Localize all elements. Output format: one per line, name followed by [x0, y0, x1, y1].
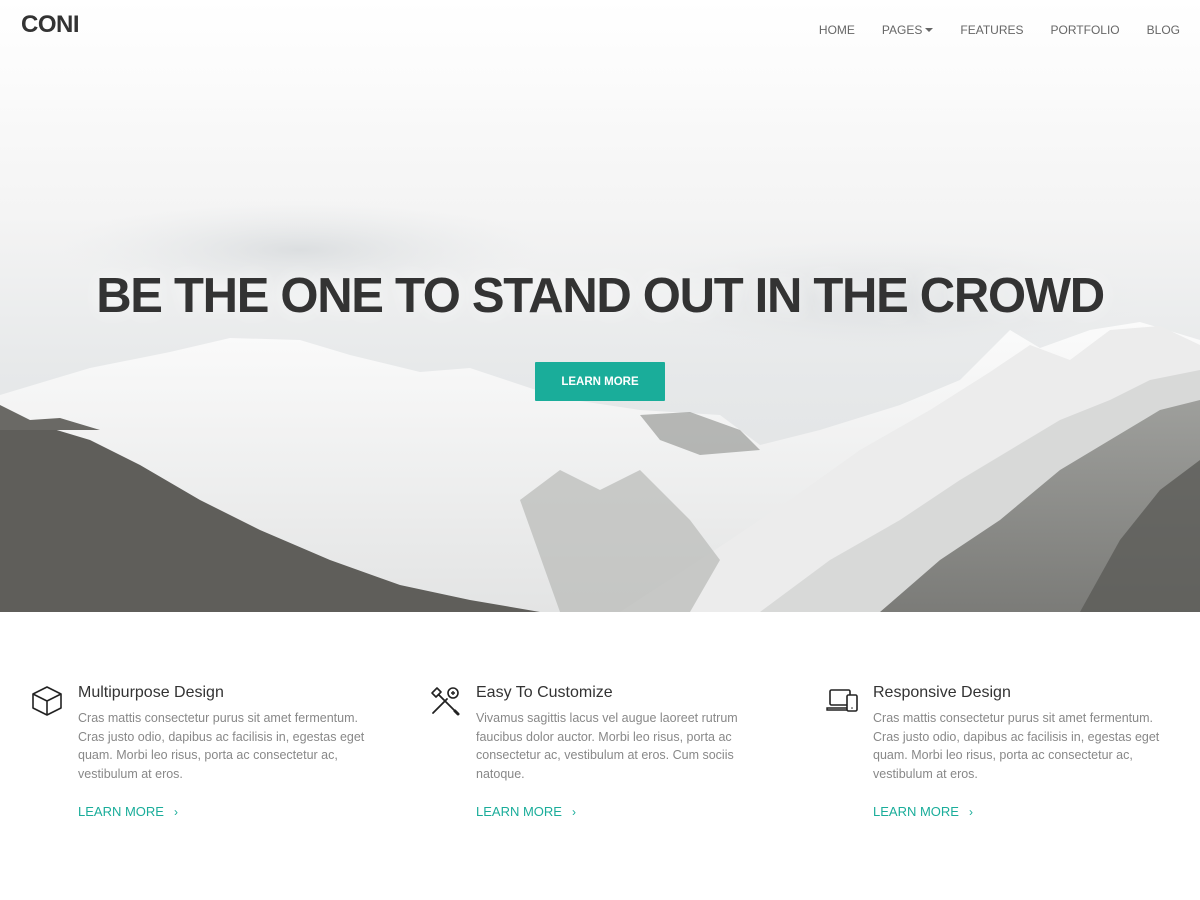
feature-title: Responsive Design: [873, 684, 1011, 701]
feature-learn-more-link[interactable]: LEARN MORE ›: [476, 804, 576, 819]
chevron-right-icon: ›: [173, 804, 178, 819]
hero-title: BE THE ONE TO STAND OUT IN THE CROWD: [96, 269, 1105, 323]
feature-description: Cras mattis consectetur purus sit amet f…: [873, 711, 1160, 781]
nav-item-label: FEATURES: [960, 23, 1024, 37]
site-header: CONI HOME PAGES FEATURES PORTFOLIO BLOG: [0, 0, 1200, 60]
feature-learn-more-link[interactable]: LEARN MORE ›: [873, 804, 973, 819]
feature-description: Cras mattis consectetur purus sit amet f…: [78, 711, 365, 781]
devices-icon: [826, 689, 858, 712]
nav-item-label: HOME: [818, 23, 855, 37]
nav-item-home[interactable]: HOME: [805, 23, 868, 37]
nav-item-pages[interactable]: PAGES: [868, 23, 946, 37]
link-label: LEARN MORE: [78, 804, 164, 819]
main-nav: HOME PAGES FEATURES PORTFOLIO BLOG: [805, 0, 1200, 60]
link-label: LEARN MORE: [476, 804, 562, 819]
nav-item-portfolio[interactable]: PORTFOLIO: [1037, 23, 1133, 37]
nav-item-label: BLOG: [1146, 23, 1180, 37]
feature-description: Vivamus sagittis lacus vel augue laoreet…: [476, 711, 738, 781]
feature-learn-more-link[interactable]: LEARN MORE ›: [78, 804, 178, 819]
nav-item-label: PORTFOLIO: [1050, 23, 1120, 37]
feature-title: Easy To Customize: [476, 684, 613, 701]
site-logo[interactable]: CONI: [21, 11, 80, 39]
link-label: LEARN MORE: [873, 804, 959, 819]
caret-down-icon: [925, 28, 934, 32]
nav-item-label: PAGES: [881, 23, 923, 37]
nav-item-features[interactable]: FEATURES: [947, 23, 1037, 37]
nav-item-blog[interactable]: BLOG: [1133, 23, 1200, 37]
chevron-right-icon: ›: [968, 804, 973, 819]
feature-title: Multipurpose Design: [78, 684, 224, 701]
hero-learn-more-button[interactable]: LEARN MORE: [535, 362, 665, 401]
tools-icon: [431, 687, 460, 716]
chevron-right-icon: ›: [571, 804, 576, 819]
cube-icon: [32, 686, 62, 716]
